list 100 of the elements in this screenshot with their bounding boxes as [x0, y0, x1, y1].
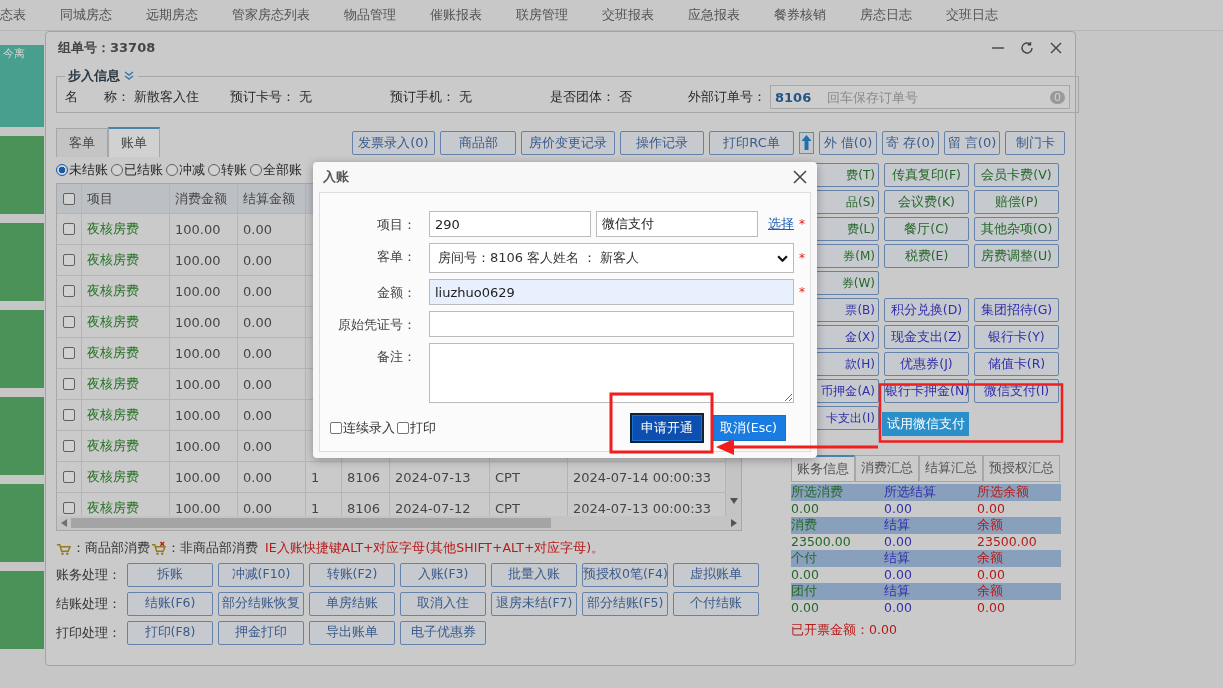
toolbar-button[interactable]: 外 借(0) — [819, 131, 877, 155]
refresh-icon[interactable] — [1020, 41, 1034, 55]
action-button[interactable]: 部分结账恢复 — [218, 591, 304, 616]
room-tile[interactable] — [0, 310, 44, 388]
scroll-right-icon[interactable] — [731, 519, 737, 527]
checkbox[interactable] — [63, 285, 75, 297]
charge-button[interactable]: 税费(E) — [884, 244, 969, 268]
charge-button[interactable]: 现金支出(Z) — [884, 325, 969, 349]
tab[interactable]: 账务信息 — [791, 455, 855, 481]
code-field[interactable]: 290 — [429, 211, 591, 237]
checkbox[interactable] — [63, 409, 75, 421]
toolbar-button[interactable]: 商品部 — [440, 131, 516, 155]
close-icon[interactable] — [1049, 41, 1063, 55]
room-tile[interactable] — [0, 397, 44, 475]
checkbox[interactable] — [63, 378, 75, 390]
charge-button[interactable]: 赔偿(P) — [974, 190, 1059, 214]
nav-tab[interactable]: 餐券核销 — [757, 6, 843, 24]
toolbar-button[interactable]: 寄 存(0) — [882, 131, 939, 155]
checkbox[interactable] — [330, 422, 342, 434]
nav-tab[interactable]: 催账报表 — [413, 6, 499, 24]
radio-option[interactable]: 冲减 — [166, 161, 205, 179]
checkbox[interactable] — [63, 471, 75, 483]
charge-button[interactable]: 房费调整(U) — [974, 244, 1059, 268]
remarks-field[interactable] — [429, 343, 794, 403]
charge-button[interactable]: 传真复印(F) — [884, 163, 969, 187]
toolbar-button[interactable]: 打印RC单 — [709, 131, 794, 155]
room-tile[interactable] — [0, 571, 44, 649]
action-button[interactable]: 虚拟账单 — [673, 562, 759, 587]
input-field[interactable]: liuzhuo0629 — [429, 279, 794, 305]
checkbox[interactable] — [63, 254, 75, 266]
scrollbar[interactable] — [57, 516, 741, 530]
nav-tab[interactable]: 应急报表 — [671, 6, 757, 24]
action-button[interactable]: 冲减(F10) — [218, 562, 304, 587]
room-tile[interactable] — [0, 136, 44, 214]
action-button[interactable]: 退房未结(F7) — [491, 591, 577, 616]
checkbox[interactable] — [63, 347, 75, 359]
input-field[interactable]: 回车保存订单号 — [825, 88, 1050, 106]
select-link[interactable]: 选择 — [768, 215, 794, 233]
guest-select[interactable]: 房间号：8106 客人姓名 ： 新客人 — [429, 243, 794, 273]
tab[interactable]: 结算汇总 — [919, 455, 983, 481]
radio-option[interactable]: 已结账 — [111, 161, 163, 179]
charge-button[interactable]: 集团招待(G) — [974, 298, 1059, 322]
input-field[interactable] — [429, 311, 794, 337]
tab[interactable]: 客单 — [56, 128, 108, 157]
charge-button[interactable]: 优惠券(J) — [884, 352, 969, 376]
nav-tab[interactable]: 同城房态 — [43, 6, 129, 24]
nav-tab[interactable]: 交班日志 — [929, 6, 1015, 24]
action-button[interactable]: 拆账 — [127, 562, 213, 587]
nav-tab[interactable]: 物品管理 — [327, 6, 413, 24]
radio-option[interactable]: 全部账 — [250, 161, 302, 179]
action-button[interactable]: 结账(F6) — [127, 591, 213, 616]
scroll-down-icon[interactable] — [729, 498, 738, 504]
charge-button[interactable]: 餐厅(C) — [884, 217, 969, 241]
action-button[interactable]: 转账(F2) — [309, 562, 395, 587]
apply-button[interactable]: 申请开通 — [631, 415, 702, 441]
nav-tab[interactable]: 管家房态列表 — [215, 6, 327, 24]
nav-tab[interactable]: 态表 — [0, 6, 43, 24]
collapse-icon[interactable] — [123, 71, 135, 81]
action-button[interactable]: 电子优惠券 — [400, 620, 486, 645]
tab[interactable]: 预授权汇总 — [983, 455, 1060, 481]
nav-tab[interactable]: 联房管理 — [499, 6, 585, 24]
trial-button[interactable]: 试用微信支付 — [882, 412, 969, 436]
charge-button[interactable]: 银行卡(Y) — [974, 325, 1059, 349]
action-button[interactable]: 押金打印 — [218, 620, 304, 645]
toolbar-button[interactable]: 制门卡 — [1005, 131, 1065, 155]
nav-tab[interactable]: 房态日志 — [843, 6, 929, 24]
checkbox[interactable] — [397, 422, 409, 434]
action-button[interactable]: 打印(F8) — [127, 620, 213, 645]
charge-button[interactable]: 积分兑换(D) — [884, 298, 969, 322]
toolbar-button[interactable]: 留 言(0) — [944, 131, 1000, 155]
toolbar-button[interactable]: 发票录入(0) — [352, 131, 435, 155]
toolbar-button[interactable]: 房价变更记录 — [521, 131, 615, 155]
checkbox[interactable] — [63, 316, 75, 328]
charge-button[interactable]: 会议费(K) — [884, 190, 969, 214]
checkbox[interactable] — [63, 192, 75, 205]
nav-tab[interactable]: 交班报表 — [585, 6, 671, 24]
radio-option[interactable]: 未结账 — [56, 161, 108, 179]
action-button[interactable]: 单房结账 — [309, 591, 395, 616]
charge-button[interactable]: 会员卡费(V) — [974, 163, 1059, 187]
action-button[interactable]: 取消入住 — [400, 591, 486, 616]
action-button[interactable]: 个付结账 — [673, 591, 759, 616]
room-tile[interactable] — [0, 484, 44, 562]
checkbox[interactable] — [63, 440, 75, 452]
action-button[interactable]: 批量入账 — [491, 562, 577, 587]
toolbar-button[interactable]: 操作记录 — [620, 131, 704, 155]
close-icon[interactable] — [793, 170, 807, 184]
charge-button[interactable]: 储值卡(R) — [974, 352, 1059, 376]
scroll-left-icon[interactable] — [61, 519, 67, 527]
nav-tab[interactable]: 远期房态 — [129, 6, 215, 24]
action-button[interactable]: 部分结账(F5) — [582, 591, 668, 616]
checkbox[interactable] — [63, 502, 75, 514]
charge-button[interactable]: 其他杂项(O) — [974, 217, 1059, 241]
checkbox[interactable] — [63, 223, 75, 235]
action-button[interactable]: 入账(F3) — [400, 562, 486, 587]
tab[interactable]: 消费汇总 — [855, 455, 919, 481]
room-tile[interactable] — [0, 223, 44, 301]
tab[interactable]: 账单 — [108, 127, 160, 157]
action-button[interactable]: 导出账单 — [309, 620, 395, 645]
item-name-field[interactable]: 微信支付 — [596, 211, 758, 237]
radio-option[interactable]: 转账 — [208, 161, 247, 179]
